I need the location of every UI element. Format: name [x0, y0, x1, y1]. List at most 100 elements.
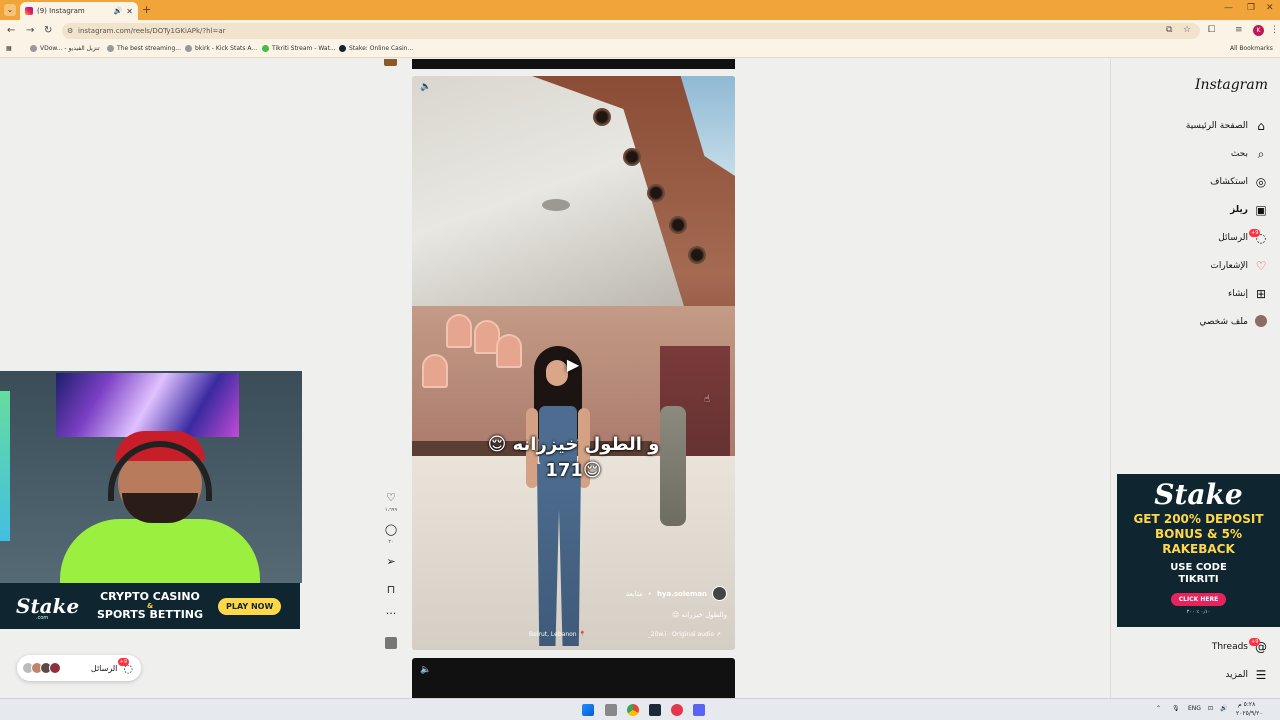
bookmark-favicon-icon [185, 45, 192, 52]
bookmark-2[interactable]: The best streaming... [107, 45, 181, 52]
tray-chevron-icon[interactable]: ⌃ [1156, 705, 1161, 712]
follow-button[interactable]: متابعة [626, 590, 643, 598]
maximize-icon[interactable]: ❐ [1247, 3, 1255, 13]
bookmark-label: VDow... - تنزيل الفيديو [40, 45, 100, 52]
task-view-icon[interactable] [605, 704, 617, 716]
nav-more[interactable]: ☰ المزيد [1225, 667, 1268, 683]
tab-audio-icon[interactable]: 🔊 [114, 7, 123, 15]
mic-icon[interactable]: 🎙 [1172, 705, 1180, 712]
messages-pill[interactable]: الرسائل ◌ +9 [17, 655, 141, 681]
steam-icon[interactable] [649, 704, 661, 716]
scene-niche [446, 314, 472, 348]
bookmark-3[interactable]: bkirk - Kick Stats A... [185, 45, 257, 52]
bookmark-favicon-icon [30, 45, 37, 52]
scene-woman [512, 346, 602, 646]
more-options-icon[interactable]: ··· [382, 607, 400, 620]
extensions-icon[interactable]: ⧠ [1208, 25, 1215, 35]
ad-banner-tagline: CRYPTO CASINO & SPORTS BETTING [90, 591, 210, 621]
tab-search-icon[interactable]: ⌄ [4, 4, 16, 16]
nav-notifications[interactable]: ♡ الإشعارات [1210, 258, 1268, 274]
bookmark-star-icon[interactable]: ☆ [1183, 25, 1191, 35]
audio-thumbnail[interactable] [385, 637, 397, 649]
app-icon[interactable] [671, 704, 683, 716]
discord-icon[interactable] [693, 704, 705, 716]
clock-time[interactable]: ٥:٢٨ م [1238, 701, 1255, 708]
new-tab-button[interactable]: + [142, 3, 151, 16]
nav-label: Threads [1211, 642, 1248, 652]
all-bookmarks[interactable]: All Bookmarks [1230, 45, 1273, 52]
author-avatar[interactable] [712, 586, 727, 601]
apps-icon[interactable]: ▦ [6, 45, 12, 52]
save-bookmark-icon[interactable]: ⊓ [382, 583, 400, 596]
media-icon[interactable]: ≡ [1235, 25, 1243, 35]
nav-messages[interactable]: ◌ الرسائل [1218, 230, 1268, 246]
messages-avatars [22, 662, 61, 674]
stake-ad-right[interactable]: Stake GET 200% DEPOSIT BONUS & 5% RAKEBA… [1117, 474, 1280, 627]
bookmark-4[interactable]: Tikriti Stream - Wat... [262, 45, 336, 52]
bookmark-1[interactable]: VDow... - تنزيل الفيديو [30, 45, 100, 52]
reel-location[interactable]: Beirut, Lebanon 📍 [529, 631, 586, 638]
bookmark-favicon-icon [262, 45, 269, 52]
tab-close-icon[interactable]: ✕ [126, 7, 133, 16]
messages-pill-label: الرسائل [90, 663, 118, 673]
window-close-icon[interactable]: ✕ [1266, 3, 1274, 13]
ad-click-here-button[interactable]: CLICK HERE [1170, 593, 1227, 606]
messages-badge: +9 [1249, 229, 1261, 237]
previous-reel-avatar[interactable] [384, 59, 397, 66]
share-icon[interactable]: ➢ [382, 555, 400, 568]
network-icon[interactable]: ⊡ [1208, 705, 1213, 712]
threads-badge: +9 [1249, 638, 1261, 646]
stake-logo: Stake [1154, 478, 1243, 511]
address-bar[interactable]: ⚙ instagram.com/reels/DOTy1GKiAPk/?hl=ar [62, 23, 1200, 39]
reload-icon[interactable]: ↻ [44, 25, 52, 36]
bookmark-5[interactable]: Stake: Online Casin... [339, 45, 413, 52]
back-icon[interactable]: ← [7, 25, 15, 36]
like-heart-icon[interactable]: ♡ [382, 491, 400, 504]
streamer-webcam [0, 371, 302, 583]
scene-porthole [669, 216, 687, 234]
reel-caption-line1: و الطول خيزرانه 😌 [487, 434, 660, 455]
nav-home[interactable]: ⌂ الصفحة الرئيسية [1186, 118, 1268, 134]
play-now-button[interactable]: PLAY NOW [218, 597, 282, 615]
volume-tray-icon[interactable]: 🔊 [1220, 705, 1227, 712]
avatar [49, 662, 61, 674]
nav-explore[interactable]: ◎ استكشاف [1210, 174, 1268, 190]
browser-menu-icon[interactable]: ⋮ [1270, 25, 1279, 35]
windows-start-icon[interactable] [582, 704, 594, 716]
reel-video[interactable]: 🔈 ▶ ☝ و الطول خيزرانه 😌 171😌 متابعة • hy… [412, 76, 735, 650]
webcam-led-light [0, 391, 10, 541]
volume-icon[interactable]: 🔈 [420, 82, 431, 92]
language-indicator[interactable]: ENG [1188, 705, 1201, 712]
heart-icon: ♡ [1255, 259, 1267, 273]
chrome-icon[interactable] [627, 704, 639, 716]
streamer-shirt [60, 519, 260, 583]
nav-search[interactable]: ⌕ بحث [1231, 146, 1268, 162]
next-volume-icon[interactable]: 🔈 [420, 665, 431, 675]
author-username[interactable]: hya.soleman [657, 590, 707, 598]
reel-description[interactable]: والطول خيزرانه 😌 [672, 611, 727, 619]
nav-create[interactable]: ⊞ إنشاء [1228, 286, 1268, 302]
clock-date[interactable]: ٢٠٢٥/٩/٢٠ [1236, 710, 1263, 717]
comment-icon[interactable]: ◯ [382, 523, 400, 536]
profile-avatar-icon[interactable]: K [1253, 25, 1264, 36]
nav-label: إنشاء [1227, 289, 1248, 299]
mouse-cursor-icon: ☝ [704, 394, 711, 405]
tab-title: (9) Instagram [37, 7, 85, 15]
stake-logo-suffix: .com [36, 615, 49, 621]
nav-reels[interactable]: ▣ ريلز [1230, 202, 1268, 218]
messages-pill-badge: +9 [117, 658, 129, 666]
forward-icon[interactable]: → [26, 25, 34, 36]
site-info-icon[interactable]: ⚙ [67, 27, 73, 35]
next-reel[interactable]: 🔈 [412, 658, 735, 698]
browser-tab-instagram[interactable]: (9) Instagram 🔊 ✕ [20, 2, 138, 20]
reel-audio[interactable]: _20w.i · Original audio ↗ [648, 631, 721, 638]
stake-ad-banner[interactable]: Stake .com CRYPTO CASINO & SPORTS BETTIN… [0, 583, 300, 629]
bookmark-favicon-icon [107, 45, 114, 52]
nav-profile[interactable]: ملف شخصي [1199, 314, 1268, 330]
install-app-icon[interactable]: ⧉ [1166, 25, 1172, 35]
play-icon[interactable]: ▶ [562, 354, 584, 376]
instagram-favicon-icon [25, 7, 33, 15]
previous-reel[interactable] [412, 59, 735, 69]
minimize-icon[interactable]: — [1224, 3, 1233, 13]
instagram-logo[interactable]: Instagram [1195, 77, 1268, 93]
